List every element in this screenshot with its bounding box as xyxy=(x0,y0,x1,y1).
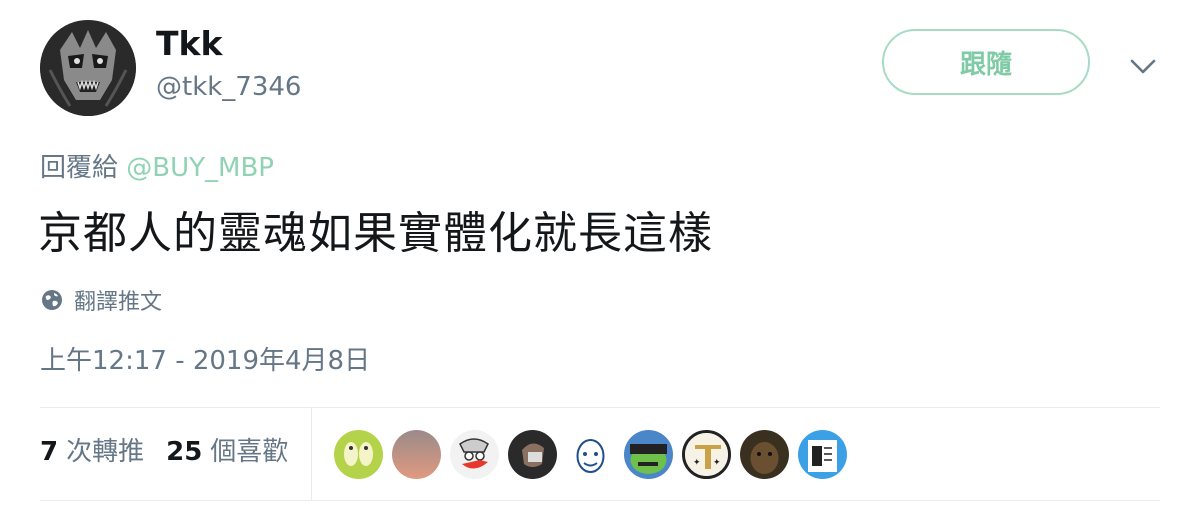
reply-context: 回覆給 @BUY_MBP xyxy=(40,151,274,185)
reply-mention-link[interactable]: @BUY_MBP xyxy=(126,153,274,183)
chevron-down-icon[interactable] xyxy=(1126,52,1160,80)
engagement-stats: 7 次轉推 25 個喜歡 xyxy=(40,434,288,470)
reply-prefix: 回覆給 xyxy=(40,153,119,183)
likes-count: 25 xyxy=(166,437,203,467)
liker-avatar[interactable] xyxy=(450,430,499,479)
liker-avatar[interactable] xyxy=(508,430,557,479)
tweet-text: 京都人的靈魂如果實體化就長這樣 xyxy=(38,208,713,259)
svg-text:✦: ✦ xyxy=(693,458,701,468)
liker-avatars: ✦ ✦ xyxy=(334,430,847,479)
retweets-count: 7 xyxy=(40,437,59,467)
likes-label: 個喜歡 xyxy=(210,437,289,467)
globe-icon xyxy=(42,290,62,310)
liker-avatar[interactable] xyxy=(566,430,615,479)
retweets-label: 次轉推 xyxy=(66,437,145,467)
liker-avatar[interactable] xyxy=(334,430,383,479)
user-avatar[interactable] xyxy=(40,20,136,116)
retweets-stat[interactable]: 7 次轉推 xyxy=(40,434,144,470)
svg-text:✦: ✦ xyxy=(713,458,721,468)
translate-tweet-link[interactable]: 翻譯推文 xyxy=(40,284,162,316)
liker-avatar[interactable] xyxy=(740,430,789,479)
user-handle[interactable]: @tkk_7346 xyxy=(156,70,301,104)
liker-avatar[interactable]: ✦ ✦ xyxy=(682,430,731,479)
liker-avatar[interactable] xyxy=(798,430,847,479)
divider xyxy=(40,407,1160,408)
follow-button[interactable]: 跟隨 xyxy=(882,29,1090,95)
liker-avatar[interactable] xyxy=(392,430,441,479)
tweet-timestamp[interactable]: 上午12:17 - 2019年4月8日 xyxy=(40,343,370,379)
display-name[interactable]: Tkk xyxy=(156,24,222,64)
avatar-image xyxy=(40,20,136,116)
translate-label: 翻譯推文 xyxy=(74,290,163,315)
stats-divider xyxy=(311,408,312,500)
divider xyxy=(40,500,1160,501)
likes-stat[interactable]: 25 個喜歡 xyxy=(166,434,288,470)
liker-avatar[interactable] xyxy=(624,430,673,479)
